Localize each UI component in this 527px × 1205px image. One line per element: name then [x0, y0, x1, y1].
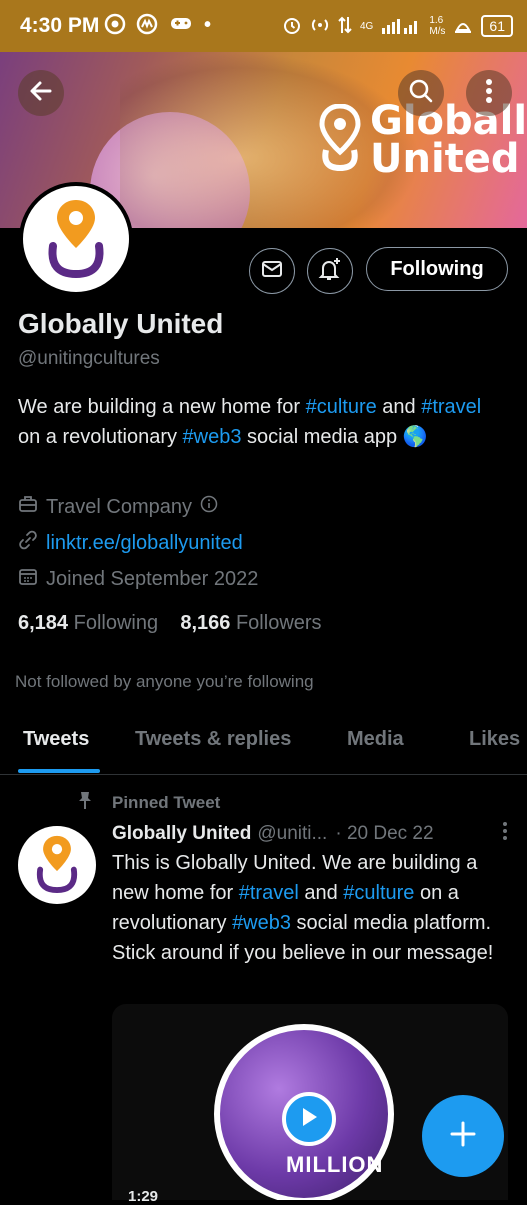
tweet-author-avatar[interactable]	[18, 826, 96, 904]
game-controller-icon	[168, 13, 194, 39]
following-label: Following	[73, 612, 159, 634]
alarm-icon	[282, 15, 302, 38]
tweet-text: and	[298, 882, 344, 904]
notification-dot-icon: •	[204, 14, 212, 36]
following-button[interactable]: Following	[366, 247, 508, 291]
signal-icon	[381, 16, 421, 37]
hotspot-icon	[310, 15, 330, 38]
tweet-author-name[interactable]: Globally United	[112, 823, 251, 845]
hashtag-link[interactable]: #travel	[421, 396, 481, 418]
message-button[interactable]	[249, 248, 295, 294]
coinmarket-icon	[134, 13, 160, 39]
envelope-icon	[261, 260, 283, 283]
arrow-left-icon	[28, 78, 54, 109]
category-text: Travel Company	[46, 495, 192, 518]
hashtag-link[interactable]: #culture	[306, 396, 377, 418]
plus-icon	[448, 1119, 478, 1154]
network-type: 4G	[359, 20, 374, 32]
pinned-label: Pinned Tweet	[76, 790, 220, 815]
globally-united-logo-icon	[34, 833, 80, 898]
pinned-tweet-text: Pinned Tweet	[112, 792, 221, 812]
website-link[interactable]: linktr.ee/globallyunited	[46, 532, 243, 555]
profile-avatar[interactable]	[19, 182, 133, 296]
not-followed-notice: Not followed by anyone you’re following	[15, 672, 314, 691]
play-icon	[299, 1106, 319, 1133]
profile-handle: @unitingcultures	[18, 348, 160, 369]
followers-count-link[interactable]: 8,166 Followers	[180, 612, 321, 634]
video-duration: 1:29	[128, 1188, 159, 1205]
bio-text: and	[376, 396, 422, 418]
active-tab-indicator	[18, 769, 100, 773]
play-button[interactable]	[282, 1092, 336, 1146]
calendar-icon	[18, 566, 38, 592]
followers-label: Followers	[235, 612, 322, 634]
profile-category: Travel Company	[18, 494, 218, 520]
banner-logo-line2: United	[370, 136, 520, 182]
hashtag-link[interactable]: #travel	[239, 882, 299, 904]
notify-button[interactable]	[307, 248, 353, 294]
bio-text: on a revolutionary	[18, 426, 183, 448]
banner-logo-text: Globally United	[370, 101, 527, 182]
battery-indicator: 61	[481, 15, 513, 37]
tab-likes[interactable]: Likes	[469, 728, 520, 751]
vibrate-icon	[453, 16, 473, 37]
back-button[interactable]	[18, 70, 64, 116]
info-icon[interactable]	[200, 495, 218, 519]
profile-link: linktr.ee/globallyunited	[18, 530, 243, 556]
pin-icon	[76, 790, 94, 815]
bell-plus-icon	[317, 256, 343, 287]
followers-count: 8,166	[180, 612, 231, 634]
bio-text: We are building a new home for	[18, 396, 306, 418]
tweet-body: This is Globally United. We are building…	[112, 848, 512, 968]
search-button[interactable]	[398, 70, 444, 116]
chrome-icon	[102, 13, 128, 39]
tweet-date: · 20 Dec 22	[335, 823, 434, 844]
hashtag-link[interactable]: #web3	[183, 426, 242, 448]
profile-joined: Joined September 2022	[18, 566, 258, 592]
profile-name: Globally United	[18, 308, 224, 339]
hashtag-link[interactable]: #web3	[232, 912, 291, 934]
tweet-author-handle[interactable]: @uniti...	[257, 823, 327, 845]
video-caption: MILLION	[286, 1152, 384, 1177]
follow-counts: 6,184 Following 8,166 Followers	[18, 612, 322, 635]
data-transfer-icon	[338, 15, 352, 38]
compose-tweet-button[interactable]	[422, 1095, 504, 1177]
more-vertical-icon	[485, 78, 493, 109]
joined-text: Joined September 2022	[46, 567, 259, 590]
tab-media[interactable]: Media	[347, 728, 404, 751]
profile-tabs: Tweets Tweets & replies Media Likes	[0, 716, 527, 775]
tab-tweets-replies[interactable]: Tweets & replies	[135, 728, 291, 751]
status-time: 4:30 PM	[20, 14, 100, 37]
tab-tweets[interactable]: Tweets	[23, 728, 89, 751]
search-icon	[408, 78, 434, 109]
hashtag-link[interactable]: #culture	[343, 882, 414, 904]
status-bar: 4:30 PM • 4G 1.6 M/s 61	[0, 0, 527, 52]
link-icon	[18, 530, 38, 556]
bio-text: social media app 🌎	[241, 426, 428, 448]
more-options-button[interactable]	[466, 70, 512, 116]
network-speed: 1.6 M/s	[429, 15, 446, 37]
globally-united-logo-icon	[45, 196, 107, 283]
status-indicators: 4G 1.6 M/s 61	[282, 10, 513, 42]
profile-bio: We are building a new home for #culture …	[18, 392, 508, 452]
tweet-more-icon[interactable]	[502, 821, 508, 847]
briefcase-icon	[18, 494, 38, 520]
following-count-link[interactable]: 6,184 Following	[18, 612, 158, 634]
tweet-header: Globally United @uniti... · 20 Dec 22	[112, 821, 512, 847]
location-pin-logo-icon	[318, 102, 362, 177]
following-count: 6,184	[18, 612, 69, 634]
